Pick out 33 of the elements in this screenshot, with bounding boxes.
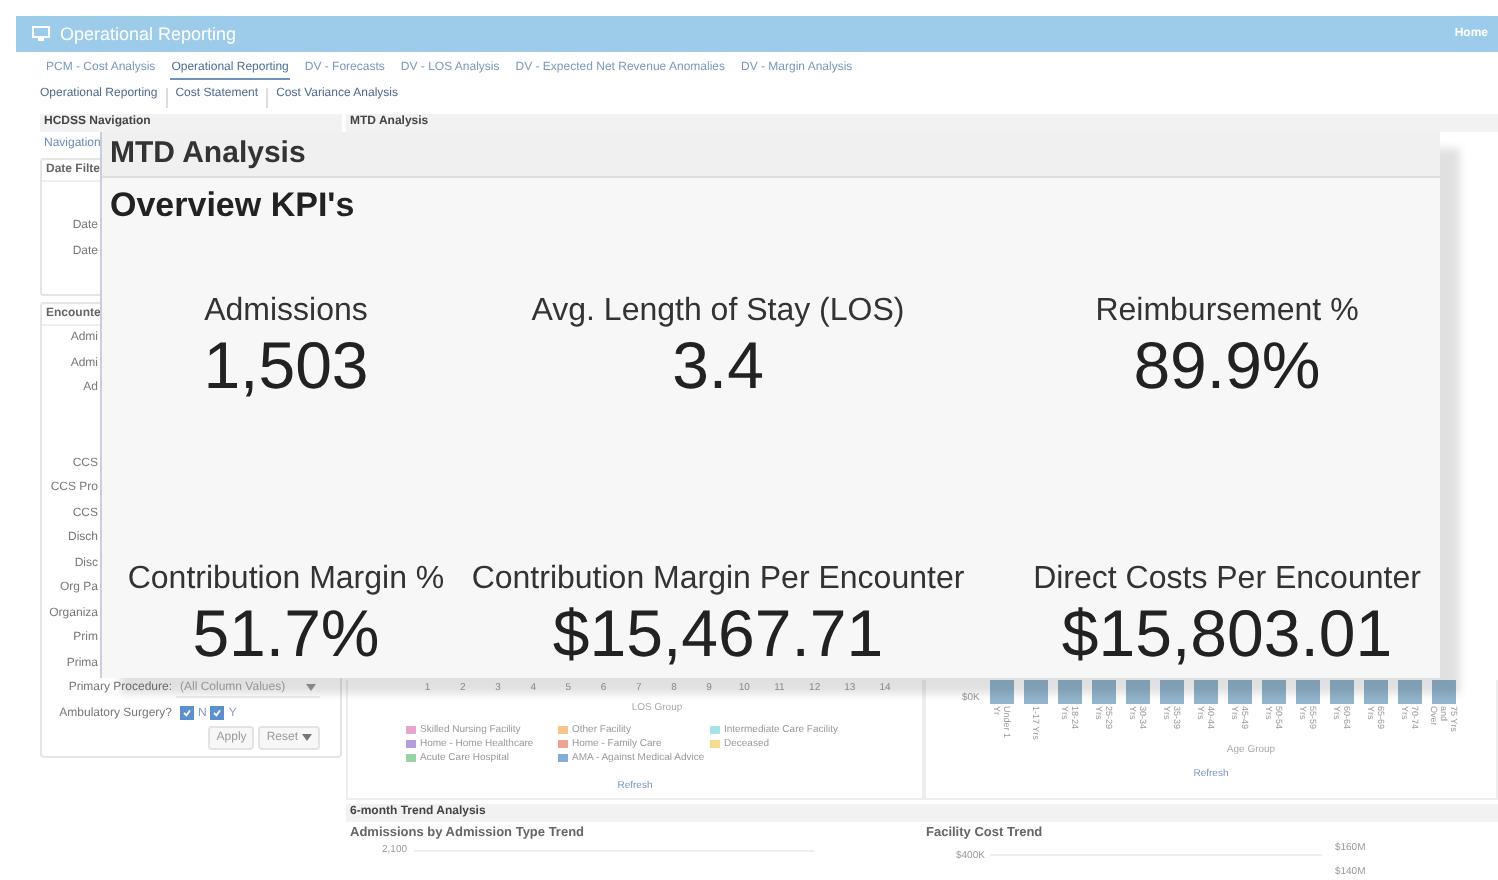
chart-bar	[1024, 680, 1048, 704]
chart-bar	[990, 680, 1014, 704]
kpi-value: 89.9%	[1131, 330, 1323, 402]
chart-bar	[1330, 680, 1354, 704]
kpi-label: Direct Costs Per Encounter	[1031, 562, 1423, 598]
monitor-icon	[32, 26, 50, 42]
kpi-value: $15,467.71	[550, 598, 886, 670]
chart-bar	[1126, 680, 1150, 704]
chart-bar	[1432, 680, 1456, 704]
chart-bar	[1296, 680, 1320, 704]
checkbox[interactable]	[180, 706, 194, 721]
checkbox[interactable]	[210, 706, 225, 721]
caret-icon	[306, 683, 316, 692]
chart-bar	[1262, 680, 1286, 704]
kpi-value: 1,503	[201, 330, 371, 402]
overlay-subtitle: Overview KPI's	[110, 186, 357, 226]
kpi-value: 3.4	[670, 330, 766, 402]
chart-bar	[1092, 680, 1116, 704]
kpi-label: Reimbursement %	[1093, 294, 1361, 330]
chart-bar	[1160, 680, 1184, 704]
kpi-label: Contribution Margin %	[125, 562, 447, 598]
app-title: Operational Reporting	[60, 24, 239, 44]
chart-bar	[1364, 680, 1388, 704]
chart-bar	[1194, 680, 1218, 704]
chart-bar	[1228, 680, 1252, 704]
kpi-label: Contribution Margin Per Encounter	[470, 562, 966, 598]
chart-bar	[1398, 680, 1422, 704]
kpi-label: Avg. Length of Stay (LOS)	[529, 294, 907, 330]
overlay-title: MTD Analysis	[102, 132, 1440, 178]
kpi-value: 51.7%	[190, 598, 382, 670]
caret-icon	[302, 734, 312, 742]
kpi-value: $15,803.01	[1059, 598, 1395, 670]
chart-bar	[1058, 680, 1082, 704]
